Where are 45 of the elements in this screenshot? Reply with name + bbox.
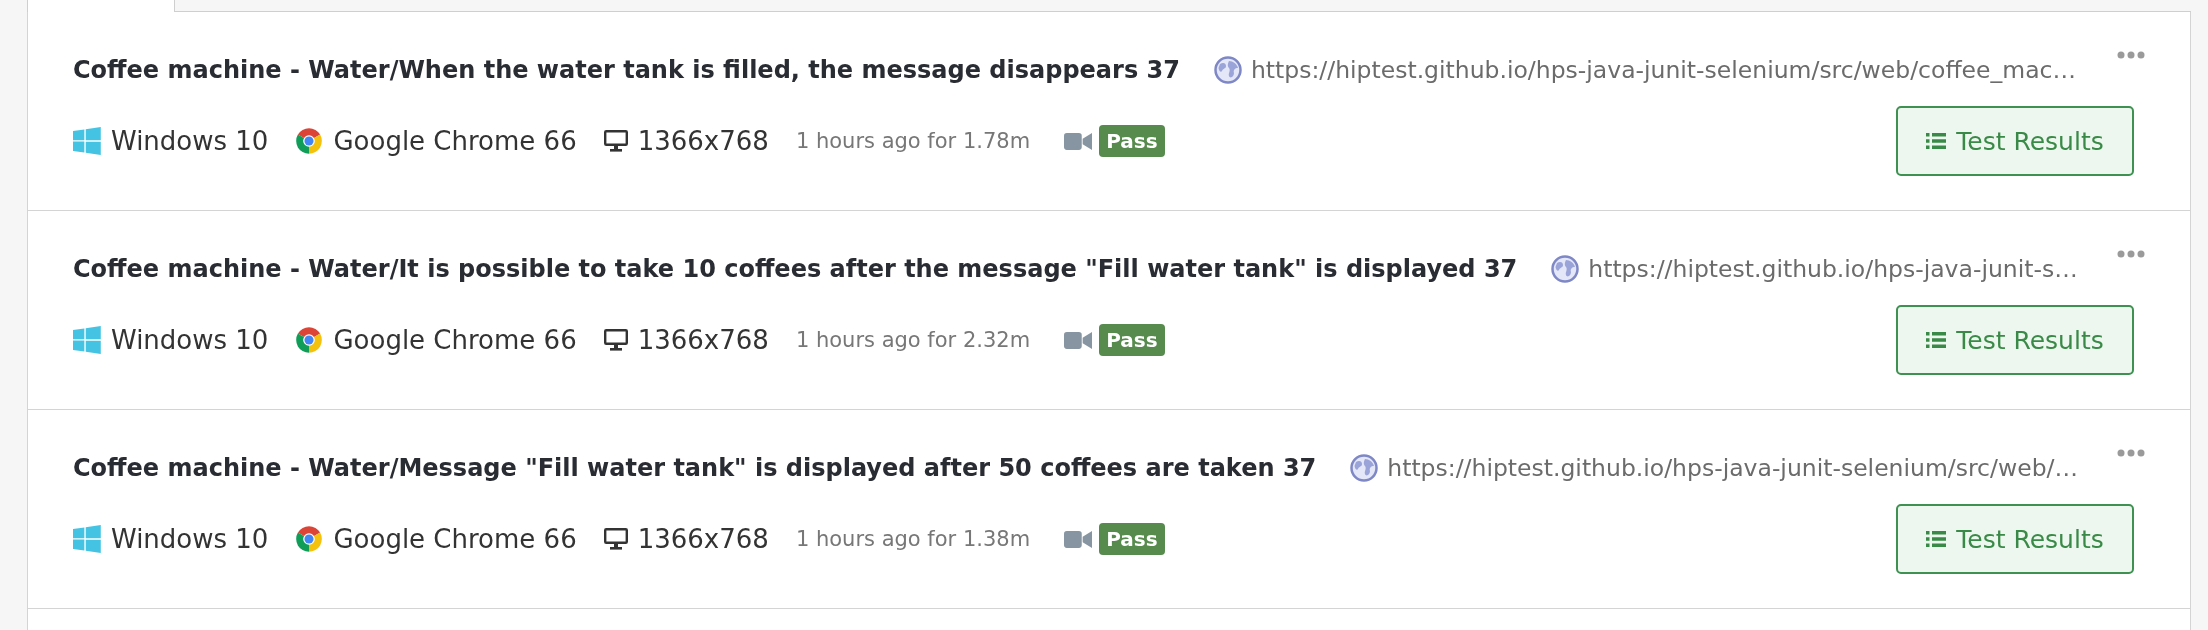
video-camera-icon[interactable] — [1064, 529, 1093, 549]
chrome-logo-icon — [295, 525, 324, 553]
screen-resolution: 1366x768 — [637, 126, 769, 156]
more-icon[interactable] — [2117, 250, 2145, 258]
test-results-button[interactable]: Test Results — [1896, 504, 2134, 574]
more-icon[interactable] — [2117, 51, 2145, 59]
run-time: 1 hours ago for 2.32m — [795, 328, 1031, 352]
test-title: Coffee machine - Water/It is possible to take 10 coffees after the message "Fill water tank" is displayed 37 — [73, 255, 1518, 283]
run-time: 1 hours ago for 1.38m — [795, 527, 1031, 551]
video-camera-icon[interactable] — [1064, 330, 1093, 350]
page-url: https://hiptest.github.io/hps-java-junit-s… — [1588, 255, 2078, 283]
chrome-logo-icon — [295, 326, 324, 354]
test-results-button[interactable]: Test Results — [1896, 305, 2134, 375]
browser-name: Google Chrome 66 — [333, 524, 577, 554]
screen-resolution: 1366x768 — [637, 524, 769, 554]
globe-icon — [1213, 56, 1242, 84]
os-name: Windows 10 — [111, 126, 269, 156]
browser-name: Google Chrome 66 — [333, 325, 577, 355]
windows-logo-icon — [73, 326, 101, 354]
page-url: https://hiptest.github.io/hps-java-junit-selenium/src/web/… — [1387, 454, 2078, 482]
more-icon[interactable] — [2117, 449, 2145, 457]
test-results-button[interactable]: Test Results — [1896, 106, 2134, 176]
list-icon — [1926, 332, 1947, 348]
monitor-icon — [603, 528, 628, 550]
status-badge: Pass — [1099, 125, 1165, 157]
browser-name: Google Chrome 66 — [333, 126, 577, 156]
os-name: Windows 10 — [111, 325, 269, 355]
page-url: https://hiptest.github.io/hps-java-junit-selenium/src/web/coffee_mac… — [1250, 56, 2076, 84]
list-icon — [1926, 531, 1947, 547]
monitor-icon — [603, 130, 628, 152]
globe-icon — [1551, 255, 1580, 283]
monitor-icon — [603, 329, 628, 351]
test-title: Coffee machine - Water/Message "Fill water tank" is displayed after 50 coffees are taken 37 — [73, 454, 1317, 482]
os-name: Windows 10 — [111, 524, 269, 554]
windows-logo-icon — [73, 127, 101, 155]
test-title: Coffee machine - Water/When the water tank is filled, the message disappears 37 — [73, 56, 1180, 84]
list-icon — [1926, 133, 1947, 149]
screen-resolution: 1366x768 — [637, 325, 769, 355]
windows-logo-icon — [73, 525, 101, 553]
video-camera-icon[interactable] — [1064, 131, 1093, 151]
status-badge: Pass — [1099, 324, 1165, 356]
globe-icon — [1350, 454, 1379, 482]
status-badge: Pass — [1099, 523, 1165, 555]
run-time: 1 hours ago for 1.78m — [795, 129, 1031, 153]
chrome-logo-icon — [295, 127, 324, 155]
